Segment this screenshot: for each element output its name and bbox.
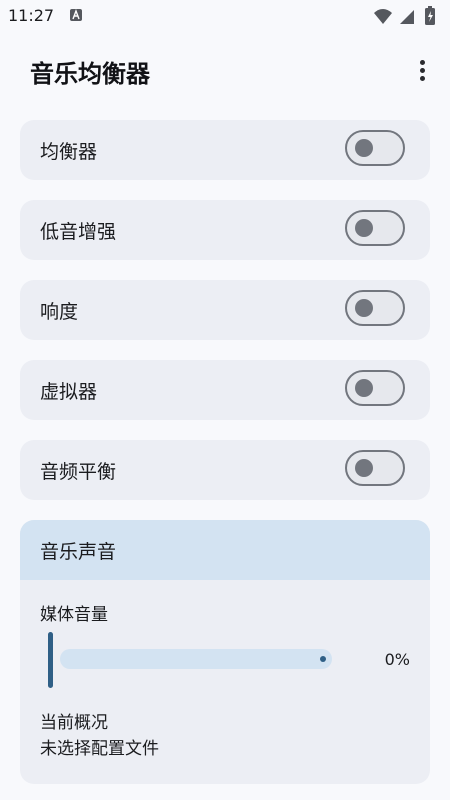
virtualizer-card[interactable]: 虚拟器 [20, 360, 430, 420]
audio-balance-label: 音频平衡 [40, 461, 117, 483]
overview-value: 未选择配置文件 [40, 739, 159, 759]
media-volume-label: 媒体音量 [40, 605, 108, 625]
media-volume-slider[interactable] [48, 630, 338, 690]
bass-boost-card[interactable]: 低音增强 [20, 200, 430, 260]
more-vert-icon-dot [419, 59, 425, 65]
more-vert-icon-dot [419, 67, 425, 73]
equalizer-card[interactable]: 均衡器 [20, 120, 430, 180]
audio-balance-card[interactable]: 音频平衡 [20, 440, 430, 500]
volume-percent: 0% [384, 650, 410, 669]
page-title: 音乐均衡器 [30, 60, 150, 88]
music-sound-card: 音乐声音 媒体音量 0% 当前概况 未选择配置文件 [20, 520, 430, 784]
audio-balance-switch[interactable] [345, 450, 405, 486]
virtualizer-switch[interactable] [345, 370, 405, 406]
bass-boost-switch[interactable] [345, 210, 405, 246]
overview-title: 当前概况 [40, 713, 108, 733]
equalizer-switch[interactable] [345, 130, 405, 166]
switch-knob [355, 219, 373, 237]
virtualizer-label: 虚拟器 [40, 381, 98, 403]
loudness-label: 响度 [40, 301, 79, 323]
status-right-icons [374, 6, 435, 25]
a-notification-icon [70, 9, 82, 21]
loudness-card[interactable]: 响度 [20, 280, 430, 340]
equalizer-label: 均衡器 [40, 141, 98, 163]
slider-track[interactable] [60, 649, 332, 669]
switch-knob [355, 139, 373, 157]
battery-charging-icon [425, 6, 435, 25]
status-bar: 11:27 [0, 0, 450, 32]
music-sound-header[interactable]: 音乐声音 [20, 520, 430, 580]
bass-boost-label: 低音增强 [40, 221, 117, 243]
signal-icon [400, 10, 414, 24]
loudness-switch[interactable] [345, 290, 405, 326]
more-options-button[interactable] [408, 54, 436, 86]
more-vert-icon-dot [419, 75, 425, 81]
music-sound-label: 音乐声音 [40, 541, 117, 563]
wifi-icon [374, 9, 392, 24]
slider-stop-dot [320, 656, 326, 662]
slider-handle[interactable] [48, 632, 53, 688]
switch-knob [355, 459, 373, 477]
status-time: 11:27 [8, 6, 55, 25]
app-bar: 音乐均衡器 [0, 40, 450, 100]
switch-knob [355, 299, 373, 317]
switch-knob [355, 379, 373, 397]
